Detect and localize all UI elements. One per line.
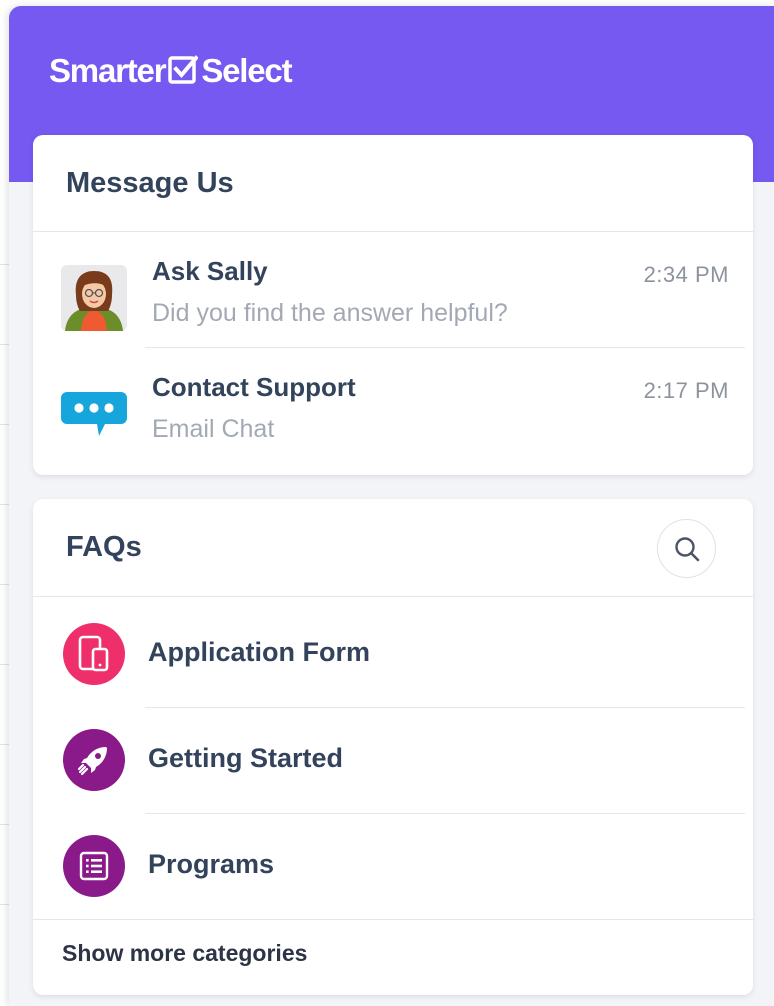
faq-category-getting-started[interactable]: Getting Started <box>33 709 753 813</box>
faq-search-button[interactable] <box>657 519 716 578</box>
logo-text-right: Select <box>201 52 292 89</box>
messenger-widget: Smarter Select Message Us Ask Sally Did … <box>9 6 774 1006</box>
conversation-preview: Email Chat <box>152 415 275 443</box>
message-us-card: Message Us Ask Sally Did you find the an… <box>33 135 753 475</box>
divider <box>33 596 753 597</box>
faq-icon-circle <box>63 835 125 897</box>
logo-text-left: Smarter <box>49 52 167 89</box>
mobile-device-icon <box>78 635 109 672</box>
conversation-preview: Did you find the answer helpful? <box>152 299 508 327</box>
conversation-time: 2:17 PM <box>643 378 729 403</box>
faq-category-label: Programs <box>148 849 275 879</box>
faq-category-application-form[interactable]: Application Form <box>33 603 753 707</box>
divider <box>145 813 745 814</box>
faq-category-label: Application Form <box>148 637 370 667</box>
show-more-categories-link[interactable]: Show more categories <box>62 940 307 967</box>
chat-bubble-icon <box>61 392 127 436</box>
faqs-title: FAQs <box>66 531 142 563</box>
conversation-name: Ask Sally <box>152 256 268 286</box>
sally-avatar-icon <box>61 265 127 331</box>
divider <box>145 707 745 708</box>
message-us-title: Message Us <box>66 167 234 199</box>
faq-category-label: Getting Started <box>148 743 344 773</box>
faqs-card: FAQs Application Form Getting Started Pr… <box>33 499 753 995</box>
faq-icon-circle <box>63 729 125 791</box>
faq-category-programs[interactable]: Programs <box>33 815 753 919</box>
divider <box>33 919 753 920</box>
search-icon <box>674 536 699 561</box>
faq-icon-circle <box>63 623 125 685</box>
smarterselect-logo: Smarter Select <box>49 52 293 90</box>
conversation-time: 2:34 PM <box>643 262 729 287</box>
list-document-icon <box>79 851 109 881</box>
checkbox-logo-icon <box>168 55 199 84</box>
conversation-name: Contact Support <box>152 372 356 402</box>
conversation-contact-support[interactable]: Contact Support Email Chat 2:17 PM <box>33 348 753 464</box>
rocket-icon <box>77 747 107 776</box>
conversation-ask-sally[interactable]: Ask Sally Did you find the answer helpfu… <box>33 232 753 348</box>
